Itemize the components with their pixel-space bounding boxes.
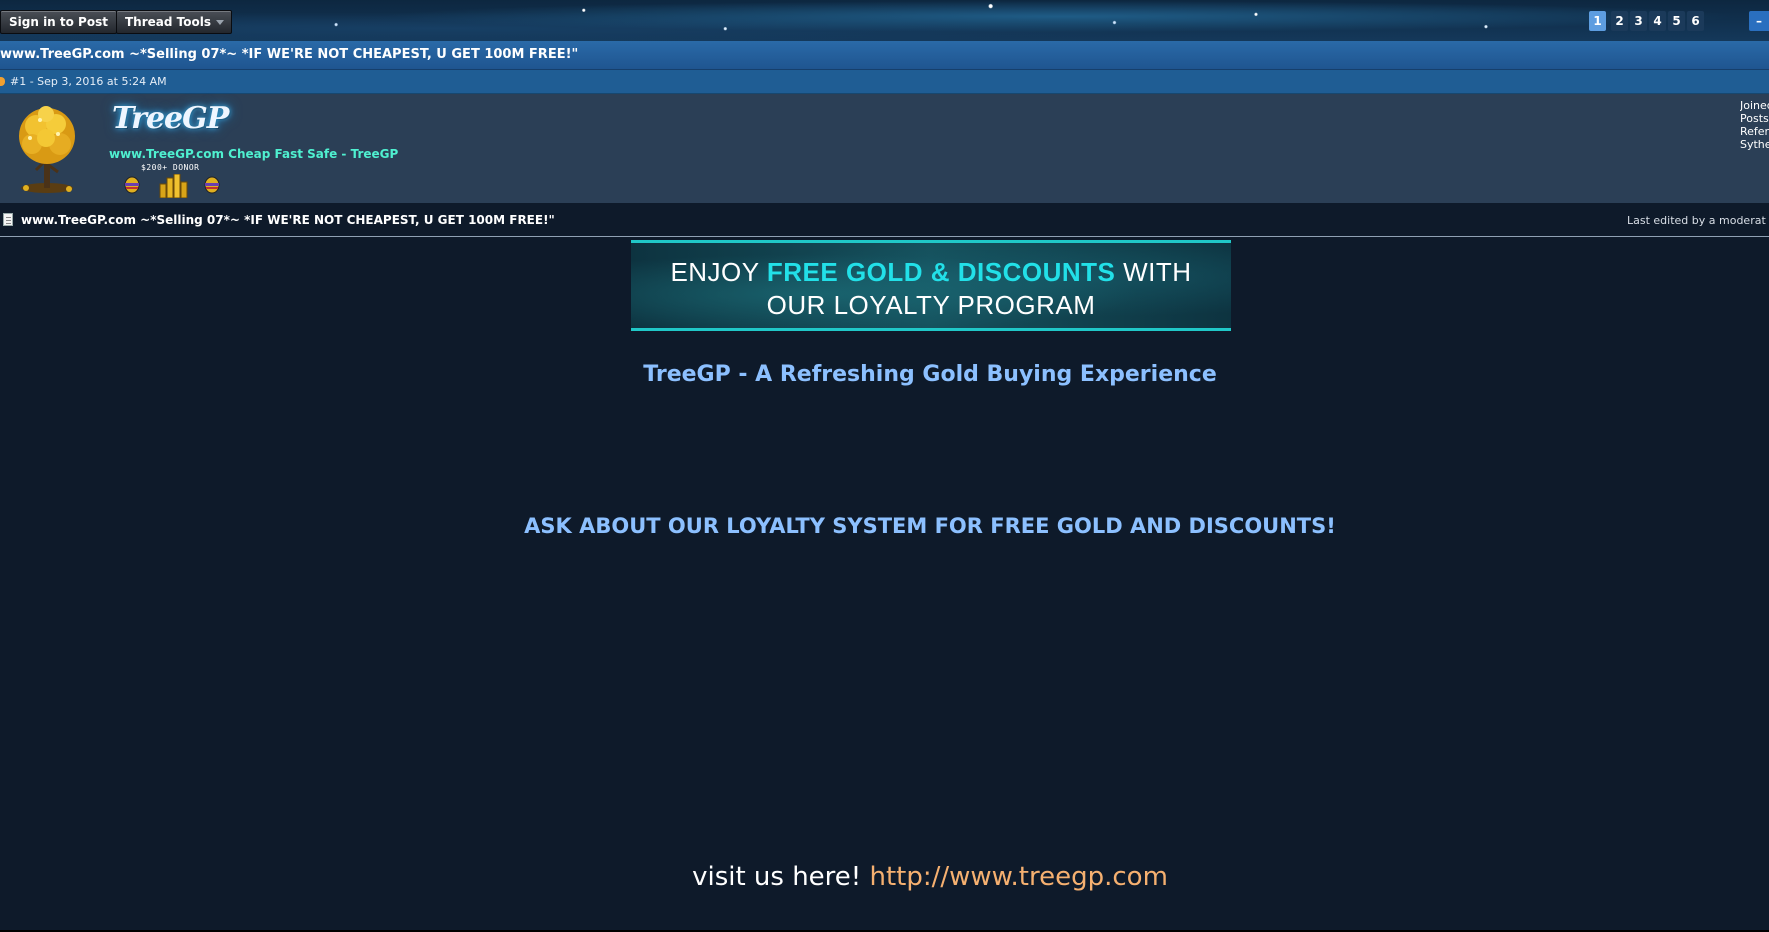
egg-award-icon <box>124 176 140 194</box>
avatar[interactable] <box>14 104 80 194</box>
page-link-6[interactable]: 6 <box>1687 11 1704 31</box>
last-edited-note: Last edited by a moderat <box>1627 214 1766 227</box>
post-status-icon <box>0 77 5 86</box>
loyalty-heading: ASK ABOUT OUR LOYALTY SYSTEM FOR FREE GO… <box>524 514 1336 538</box>
thread-title-bar: www.TreeGP.com ~*Selling 07*~ *IF WE'RE … <box>0 41 1769 70</box>
thread-tools-button[interactable]: Thread Tools <box>116 10 232 34</box>
thread-title: www.TreeGP.com ~*Selling 07*~ *IF WE'RE … <box>0 47 579 62</box>
visit-line: visit us here! http://www.treegp.com <box>0 862 1769 892</box>
page-link-3[interactable]: 3 <box>1630 11 1647 31</box>
banner-line-2: OUR LOYALTY PROGRAM <box>766 290 1096 320</box>
caret-down-icon <box>216 20 224 25</box>
pagination-jump-button[interactable]: – <box>1749 11 1769 31</box>
banner-text-with: WITH <box>1115 257 1192 287</box>
stat-posts-label: Posts <box>1740 112 1769 125</box>
page-link-4[interactable]: 4 <box>1649 11 1666 31</box>
stat-sythe-label: Sythe <box>1740 138 1769 151</box>
donor-label: $200+ DONOR <box>141 163 200 172</box>
banner-line-1: ENJOY FREE GOLD & DISCOUNTS WITH <box>631 257 1231 287</box>
stat-referrals-label: Referrals <box>1740 125 1769 138</box>
page-link-2[interactable]: 2 <box>1611 11 1628 31</box>
gold-coins-award-icon <box>159 174 188 198</box>
banner-text-enjoy: ENJOY <box>670 257 767 287</box>
document-icon <box>3 213 13 226</box>
user-info-panel: TreeGP www.TreeGP.com Cheap Fast Safe - … <box>0 94 1769 203</box>
thread-tools-label: Thread Tools <box>125 15 211 29</box>
post-header: #1 - Sep 3, 2016 at 5:24 AM <box>0 70 1769 94</box>
page-link-5[interactable]: 5 <box>1668 11 1685 31</box>
sign-in-to-post-button[interactable]: Sign in to Post <box>0 10 117 34</box>
egg-award-icon <box>204 176 220 194</box>
page-link-1[interactable]: 1 <box>1589 11 1606 31</box>
banner-highlight: FREE GOLD & DISCOUNTS <box>766 257 1116 287</box>
treegp-website-link[interactable]: http://www.treegp.com <box>869 862 1167 892</box>
visit-prefix: visit us here! <box>692 862 870 892</box>
user-stats: Joined Posts Referrals Sythe <box>1740 99 1769 151</box>
stat-joined-label: Joined <box>1740 99 1769 112</box>
treegp-logo: TreeGP <box>112 101 229 136</box>
user-title: www.TreeGP.com Cheap Fast Safe - TreeGP <box>109 147 399 161</box>
loyalty-banner-image[interactable]: ENJOY FREE GOLD & DISCOUNTS WITH OUR LOY… <box>631 240 1231 331</box>
tagline-heading: TreeGP - A Refreshing Gold Buying Experi… <box>643 362 1217 387</box>
post-title-row: www.TreeGP.com ~*Selling 07*~ *IF WE'RE … <box>0 204 1769 237</box>
top-header-bar: Sign in to Post Thread Tools 1 2 3 4 5 6… <box>0 0 1769 41</box>
post-title: www.TreeGP.com ~*Selling 07*~ *IF WE'RE … <box>21 213 555 227</box>
post-permalink[interactable]: #1 - Sep 3, 2016 at 5:24 AM <box>10 75 167 88</box>
